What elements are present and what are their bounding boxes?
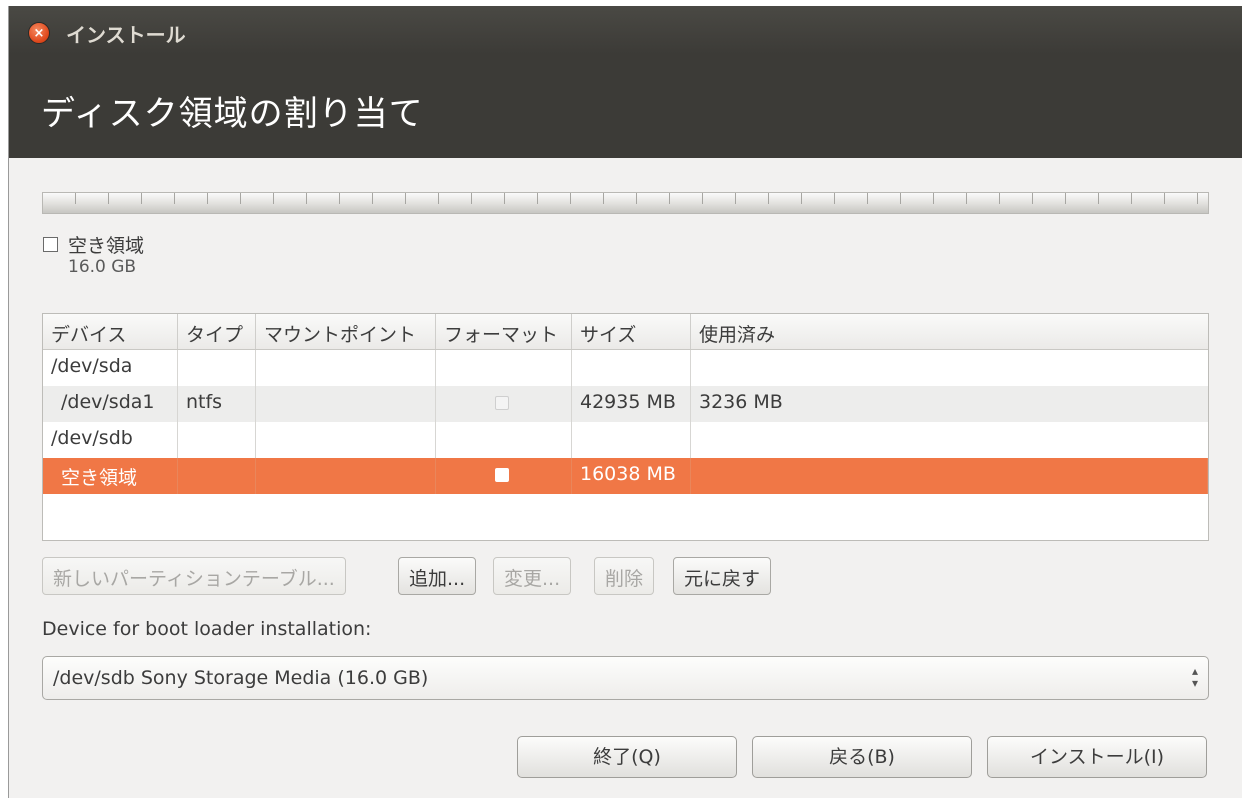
boot-loader-selected-value: /dev/sdb Sony Storage Media (16.0 GB) bbox=[53, 667, 429, 689]
cell-format bbox=[436, 458, 572, 494]
boot-loader-label: Device for boot loader installation: bbox=[42, 618, 372, 640]
column-header-size[interactable]: サイズ bbox=[572, 314, 691, 349]
close-icon: × bbox=[33, 26, 45, 41]
page-title: ディスク領域の割り当て bbox=[41, 94, 424, 134]
quit-button[interactable]: 終了(Q) bbox=[517, 736, 737, 778]
column-header-used[interactable]: 使用済み bbox=[691, 314, 1208, 349]
cell-format bbox=[436, 422, 572, 458]
table-row[interactable]: /dev/sda bbox=[43, 350, 1208, 386]
cell-used bbox=[691, 422, 1208, 458]
new-partition-table-button[interactable]: 新しいパーティションテーブル... bbox=[42, 557, 346, 595]
table-row[interactable]: /dev/sda1 ntfs 42935 MB 3236 MB bbox=[43, 386, 1208, 422]
free-space-legend-label: 空き領域 bbox=[68, 235, 145, 257]
partition-table: デバイス タイプ マウントポイント フォーマット サイズ 使用済み /dev/s… bbox=[42, 313, 1209, 541]
table-header: デバイス タイプ マウントポイント フォーマット サイズ 使用済み bbox=[43, 314, 1208, 350]
cell-size: 16038 MB bbox=[572, 458, 691, 494]
free-space-legend-swatch bbox=[43, 237, 58, 252]
cell-device: /dev/sda1 bbox=[43, 386, 178, 422]
partition-bar bbox=[42, 192, 1209, 214]
column-header-type[interactable]: タイプ bbox=[178, 314, 256, 349]
install-button[interactable]: インストール(I) bbox=[987, 736, 1207, 778]
up-down-arrows-icon: ▴ ▾ bbox=[1191, 664, 1198, 690]
cell-format bbox=[436, 350, 572, 386]
delete-button[interactable]: 削除 bbox=[594, 557, 655, 595]
cell-mount bbox=[256, 350, 436, 386]
column-header-mount[interactable]: マウントポイント bbox=[256, 314, 436, 349]
cell-size bbox=[572, 350, 691, 386]
titlebar: × インストール bbox=[9, 6, 1242, 54]
table-row-selected[interactable]: 空き領域 16038 MB bbox=[43, 458, 1208, 494]
table-row[interactable]: /dev/sdb bbox=[43, 422, 1208, 458]
cell-mount bbox=[256, 386, 436, 422]
cell-mount bbox=[256, 422, 436, 458]
content-area: 空き領域 16.0 GB デバイス タイプ マウントポイント フォーマット サイ… bbox=[9, 158, 1242, 798]
format-checkbox[interactable] bbox=[495, 468, 509, 482]
format-checkbox[interactable] bbox=[495, 396, 509, 410]
cell-type: ntfs bbox=[178, 386, 256, 422]
window-title: インストール bbox=[66, 23, 186, 47]
change-button[interactable]: 変更... bbox=[493, 557, 572, 595]
partition-bar-ticks bbox=[43, 193, 1208, 204]
column-header-device[interactable]: デバイス bbox=[43, 314, 178, 349]
column-header-format[interactable]: フォーマット bbox=[436, 314, 572, 349]
free-space-legend-size: 16.0 GB bbox=[68, 257, 137, 277]
close-button[interactable]: × bbox=[28, 22, 50, 44]
cell-device: /dev/sda bbox=[43, 350, 178, 386]
cell-size: 42935 MB bbox=[572, 386, 691, 422]
boot-loader-select[interactable]: /dev/sdb Sony Storage Media (16.0 GB) ▴ ▾ bbox=[42, 656, 1209, 700]
cell-device: 空き領域 bbox=[43, 458, 178, 494]
cell-type bbox=[178, 422, 256, 458]
page-header: ディスク領域の割り当て bbox=[9, 54, 1242, 158]
cell-used: 3236 MB bbox=[699, 391, 783, 413]
cell-size bbox=[572, 422, 691, 458]
cell-used bbox=[691, 350, 1208, 386]
add-button[interactable]: 追加... bbox=[398, 557, 477, 595]
cell-mount bbox=[256, 458, 436, 494]
revert-button[interactable]: 元に戻す bbox=[673, 557, 772, 595]
cell-used bbox=[691, 458, 1208, 494]
installer-window: × インストール ディスク領域の割り当て 空き領域 16.0 GB デバイス タ… bbox=[8, 6, 1242, 798]
cell-format bbox=[436, 386, 572, 422]
cell-type bbox=[178, 350, 256, 386]
cell-type bbox=[178, 458, 256, 494]
cell-device: /dev/sdb bbox=[43, 422, 178, 458]
back-button[interactable]: 戻る(B) bbox=[752, 736, 972, 778]
